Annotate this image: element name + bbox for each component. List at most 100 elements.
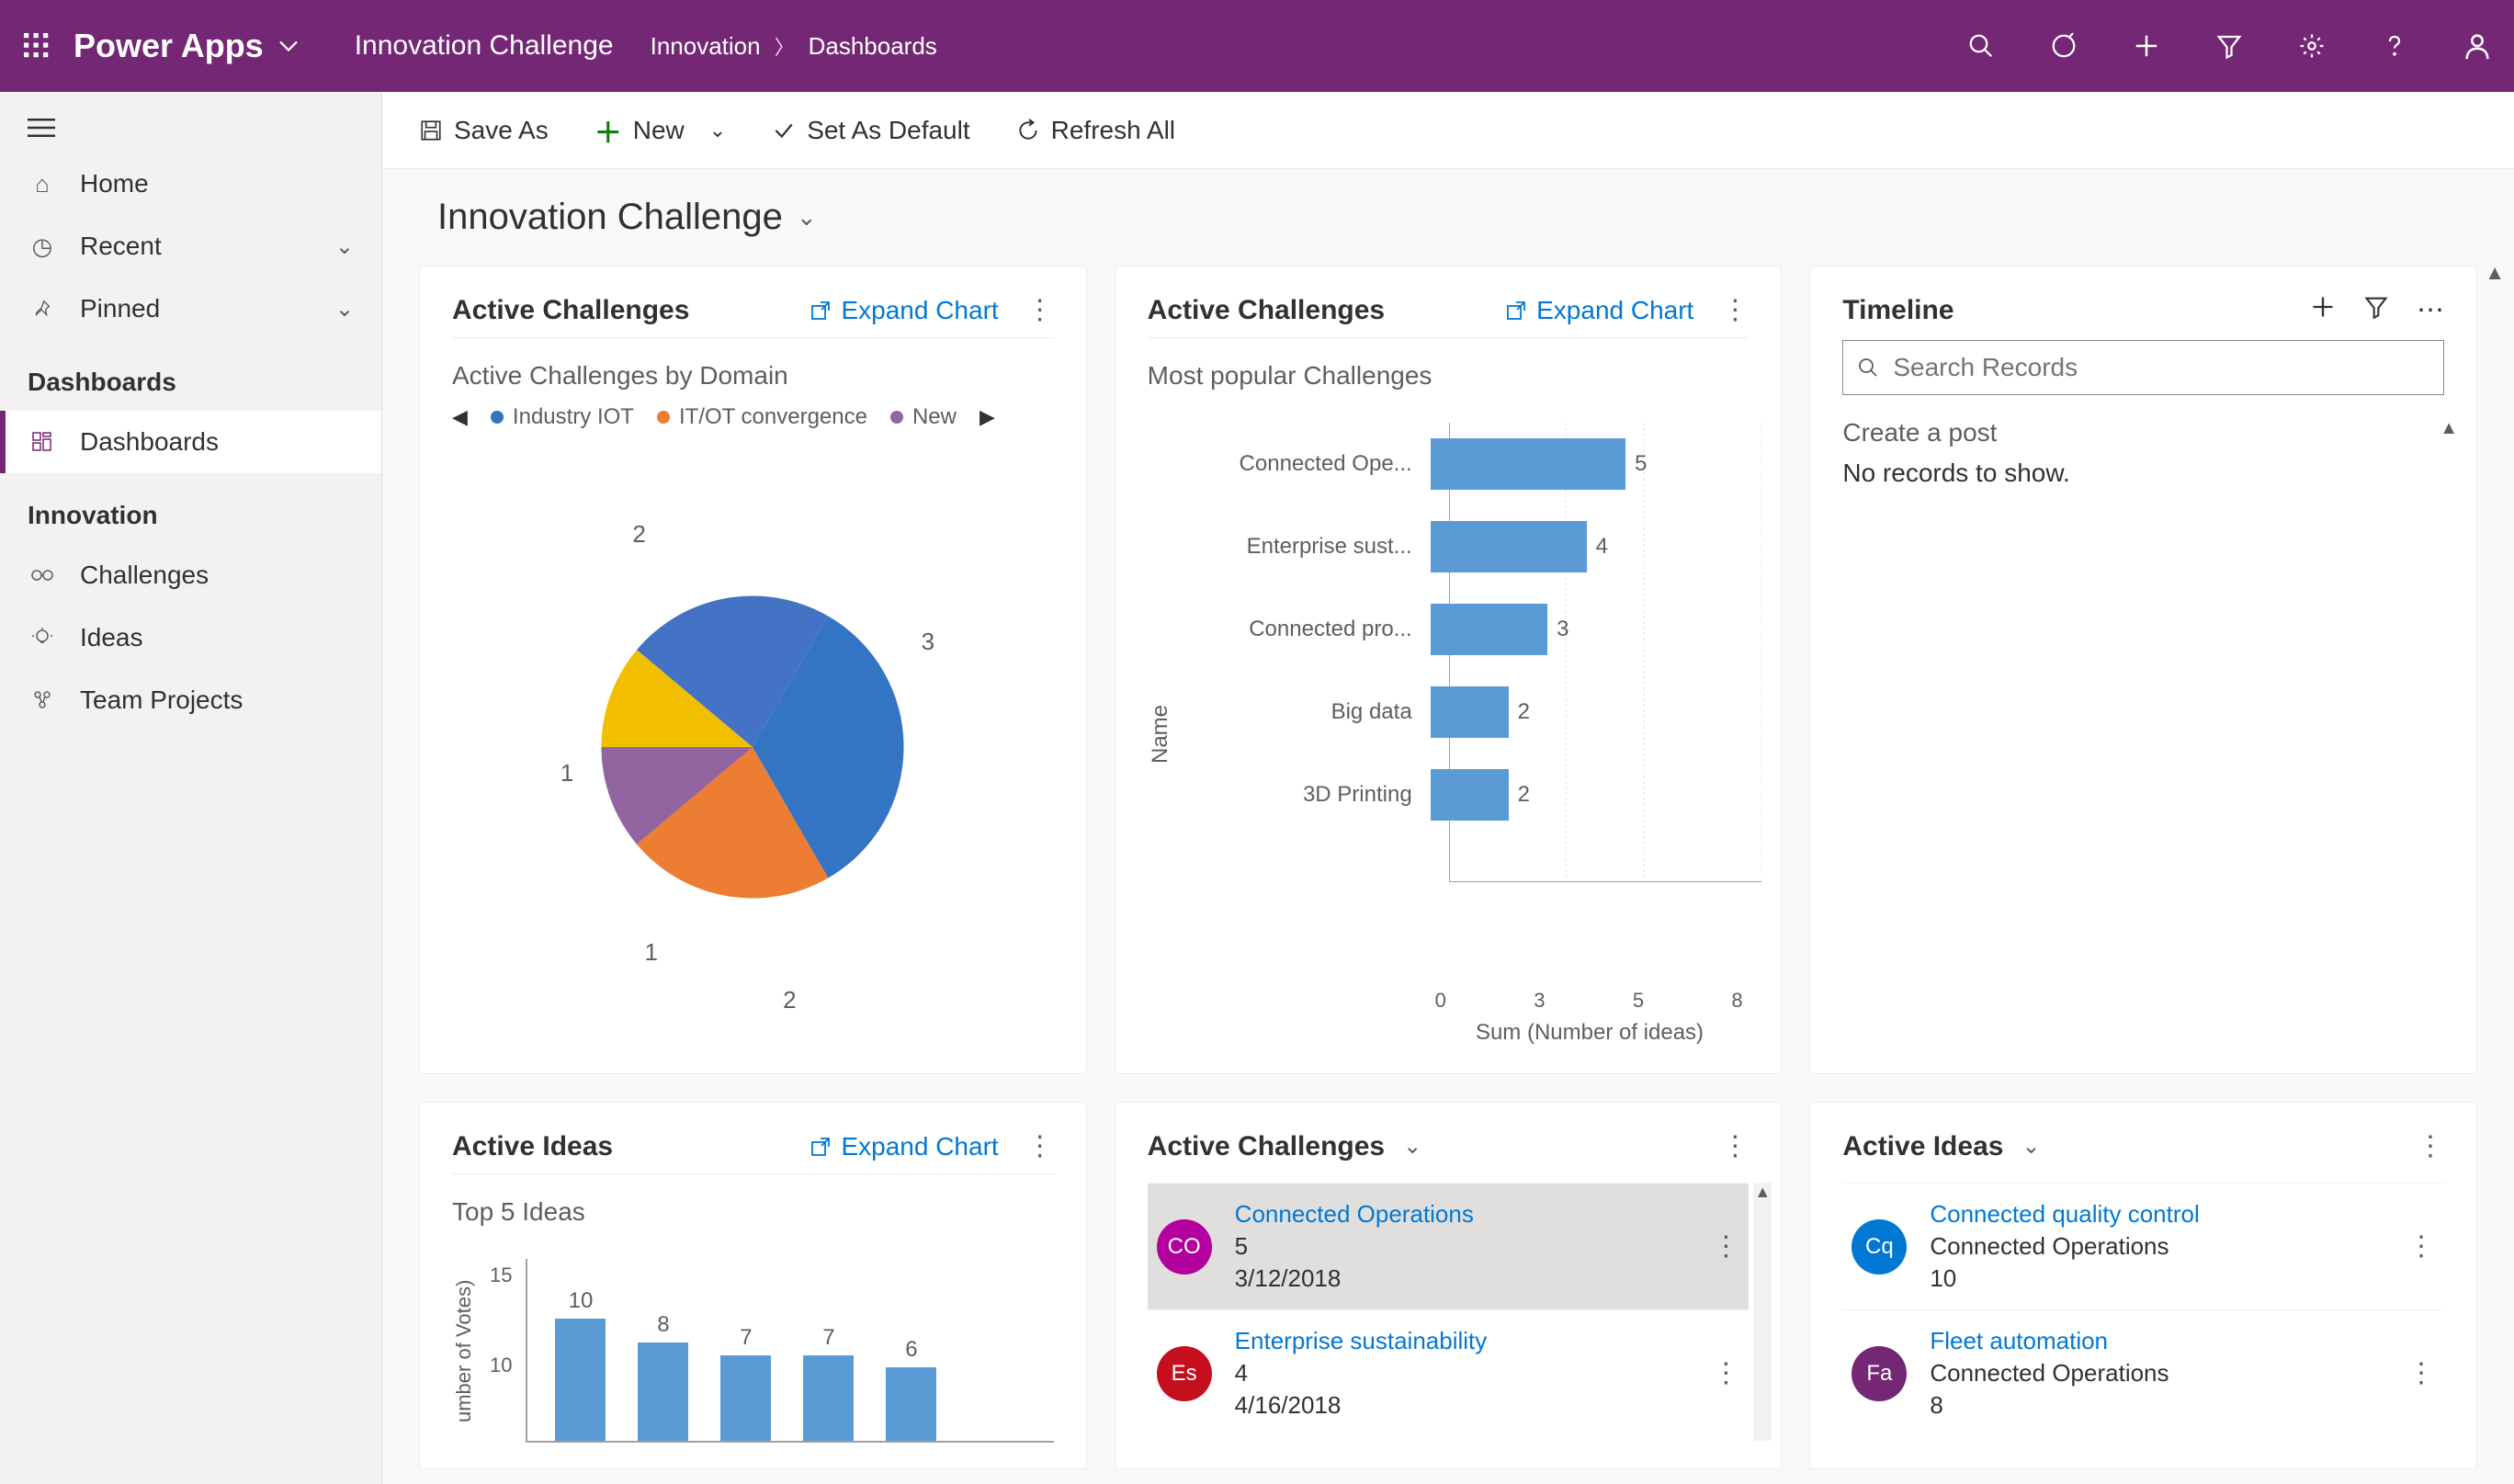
- bar-fill: [1431, 686, 1509, 738]
- more-icon[interactable]: ⋮: [1026, 1130, 1054, 1162]
- add-icon[interactable]: [2310, 294, 2336, 326]
- list-item[interactable]: Cq Connected quality control Connected O…: [1842, 1183, 2444, 1309]
- more-icon[interactable]: ⋮: [1712, 1230, 1739, 1263]
- more-icon[interactable]: ⋮: [2417, 1130, 2444, 1162]
- scroll-up-icon[interactable]: ▲: [2485, 261, 2505, 285]
- more-icon[interactable]: ⋯: [2417, 294, 2444, 326]
- nav-pinned[interactable]: Pinned ⌄: [0, 278, 381, 340]
- list-item[interactable]: CO Connected Operations 5 3/12/2018 ⋮: [1148, 1183, 1750, 1309]
- more-icon[interactable]: ⋮: [2407, 1230, 2435, 1263]
- x-tick: 0: [1435, 989, 1446, 1013]
- scrollbar[interactable]: ▲: [1753, 1183, 1772, 1441]
- filter-icon[interactable]: [2211, 28, 2248, 64]
- search-input-field[interactable]: [1893, 353, 2429, 382]
- chevron-down-icon[interactable]: ⌄: [2021, 1133, 2040, 1160]
- active-challenges-list-card: Active Challenges ⌄ ⋮ ▲ CO Connected Ope…: [1115, 1102, 1783, 1469]
- col-bar: [720, 1355, 771, 1441]
- more-icon[interactable]: ⋮: [1712, 1357, 1739, 1389]
- expand-icon: [810, 1136, 832, 1158]
- bar-value-label: 2: [1518, 782, 1530, 808]
- card-title: Active Challenges: [1148, 1131, 1385, 1162]
- chevron-down-icon[interactable]: ⌄: [1403, 1133, 1421, 1160]
- nav-label: Challenges: [80, 561, 209, 590]
- add-icon[interactable]: [2128, 28, 2165, 64]
- legend-next-icon[interactable]: ▶: [980, 405, 995, 429]
- more-icon[interactable]: ⋮: [1721, 294, 1749, 326]
- list-item-sub: Connected Operations: [1930, 1359, 2384, 1388]
- nav-recent[interactable]: ◷ Recent ⌄: [0, 215, 381, 278]
- bar-value-label: 4: [1596, 534, 1608, 560]
- list-item-title[interactable]: Connected Operations: [1235, 1200, 1690, 1229]
- chevron-down-icon[interactable]: ⌄: [797, 203, 817, 232]
- create-post-link[interactable]: Create a post: [1842, 418, 2444, 447]
- bar-category-label: Big data: [1192, 699, 1431, 725]
- plus-icon: ＋: [595, 110, 622, 151]
- col-value-label: 8: [657, 1312, 669, 1338]
- settings-gear-icon[interactable]: [2293, 28, 2330, 64]
- col-value-label: 6: [905, 1337, 917, 1363]
- breadcrumb-item[interactable]: Innovation: [651, 32, 761, 61]
- list-item[interactable]: Es Enterprise sustainability 4 4/16/2018…: [1148, 1309, 1750, 1436]
- y-tick: 15: [490, 1263, 512, 1287]
- more-icon[interactable]: ⋮: [1721, 1130, 1749, 1162]
- expand-chart-button[interactable]: Expand Chart: [810, 1132, 998, 1161]
- no-records-text: No records to show.: [1842, 459, 2444, 488]
- filter-icon[interactable]: [2363, 294, 2389, 326]
- save-as-button[interactable]: Save As: [419, 116, 549, 145]
- new-button[interactable]: ＋ New ⌄: [595, 110, 726, 151]
- chevron-right-icon: 〉: [775, 31, 795, 61]
- assistant-icon[interactable]: [2045, 28, 2082, 64]
- col-bar: [555, 1319, 606, 1441]
- list-item-sub: 10: [1930, 1264, 2384, 1293]
- list-item[interactable]: Fa Fleet automation Connected Operations…: [1842, 1309, 2444, 1436]
- y-tick: 10: [490, 1354, 512, 1377]
- breadcrumb-item[interactable]: Dashboards: [809, 32, 937, 61]
- bar-chart-card: Active Challenges Expand Chart ⋮ Most po…: [1115, 266, 1783, 1074]
- team-icon: [28, 689, 57, 711]
- bar-chart: Name Connected Ope...: [1148, 404, 1750, 1046]
- cmd-label: Refresh All: [1051, 116, 1175, 145]
- refresh-button[interactable]: Refresh All: [1016, 116, 1175, 145]
- pie-label: 2: [783, 986, 796, 1014]
- bar-category-label: Connected Ope...: [1192, 451, 1431, 477]
- challenges-icon: [28, 566, 57, 584]
- legend-item: Industry IOT: [491, 404, 634, 430]
- bar-category-label: Enterprise sust...: [1192, 534, 1431, 560]
- cmd-label: New: [633, 116, 685, 145]
- expand-chart-button[interactable]: Expand Chart: [1505, 296, 1693, 325]
- account-icon[interactable]: [2459, 28, 2496, 64]
- nav-team-projects[interactable]: Team Projects: [0, 669, 381, 731]
- nav-home[interactable]: ⌂ Home: [0, 153, 381, 215]
- bar-fill: [1431, 438, 1626, 490]
- chevron-down-icon[interactable]: ⌄: [709, 119, 726, 142]
- search-records-input[interactable]: [1842, 340, 2444, 395]
- scroll-up-icon[interactable]: ▲: [2440, 418, 2458, 439]
- app-switcher-chevron-icon[interactable]: [277, 35, 300, 57]
- save-icon: [419, 119, 443, 142]
- bar-category-label: 3D Printing: [1192, 782, 1431, 808]
- avatar: Cq: [1852, 1219, 1907, 1274]
- list-item-title[interactable]: Fleet automation: [1930, 1327, 2384, 1355]
- nav-dashboards[interactable]: Dashboards: [0, 411, 381, 473]
- hamburger-icon[interactable]: [0, 103, 381, 153]
- expand-chart-button[interactable]: Expand Chart: [810, 296, 998, 325]
- legend-prev-icon[interactable]: ◀: [452, 405, 468, 429]
- avatar: Es: [1157, 1346, 1212, 1401]
- more-icon[interactable]: ⋮: [2407, 1357, 2435, 1389]
- nav-ideas[interactable]: Ideas: [0, 606, 381, 669]
- more-icon[interactable]: ⋮: [1026, 294, 1054, 326]
- x-tick: 3: [1534, 989, 1545, 1013]
- column-chart: umber of Votes) 15 10 10 8 7 7 6: [452, 1240, 1054, 1443]
- app-name: Power Apps: [74, 27, 264, 65]
- list-item-title[interactable]: Connected quality control: [1930, 1200, 2384, 1229]
- set-default-button[interactable]: Set As Default: [772, 116, 969, 145]
- help-icon[interactable]: [2376, 28, 2413, 64]
- nav-challenges[interactable]: Challenges: [0, 544, 381, 606]
- list-item-title[interactable]: Enterprise sustainability: [1235, 1327, 1690, 1355]
- y-axis-label: umber of Votes): [452, 1259, 476, 1443]
- search-icon[interactable]: [1963, 28, 1999, 64]
- app-launcher-icon[interactable]: [18, 28, 55, 64]
- col-value-label: 7: [740, 1325, 752, 1351]
- legend-item: New: [890, 404, 957, 430]
- chart-subtitle: Top 5 Ideas: [452, 1197, 1054, 1227]
